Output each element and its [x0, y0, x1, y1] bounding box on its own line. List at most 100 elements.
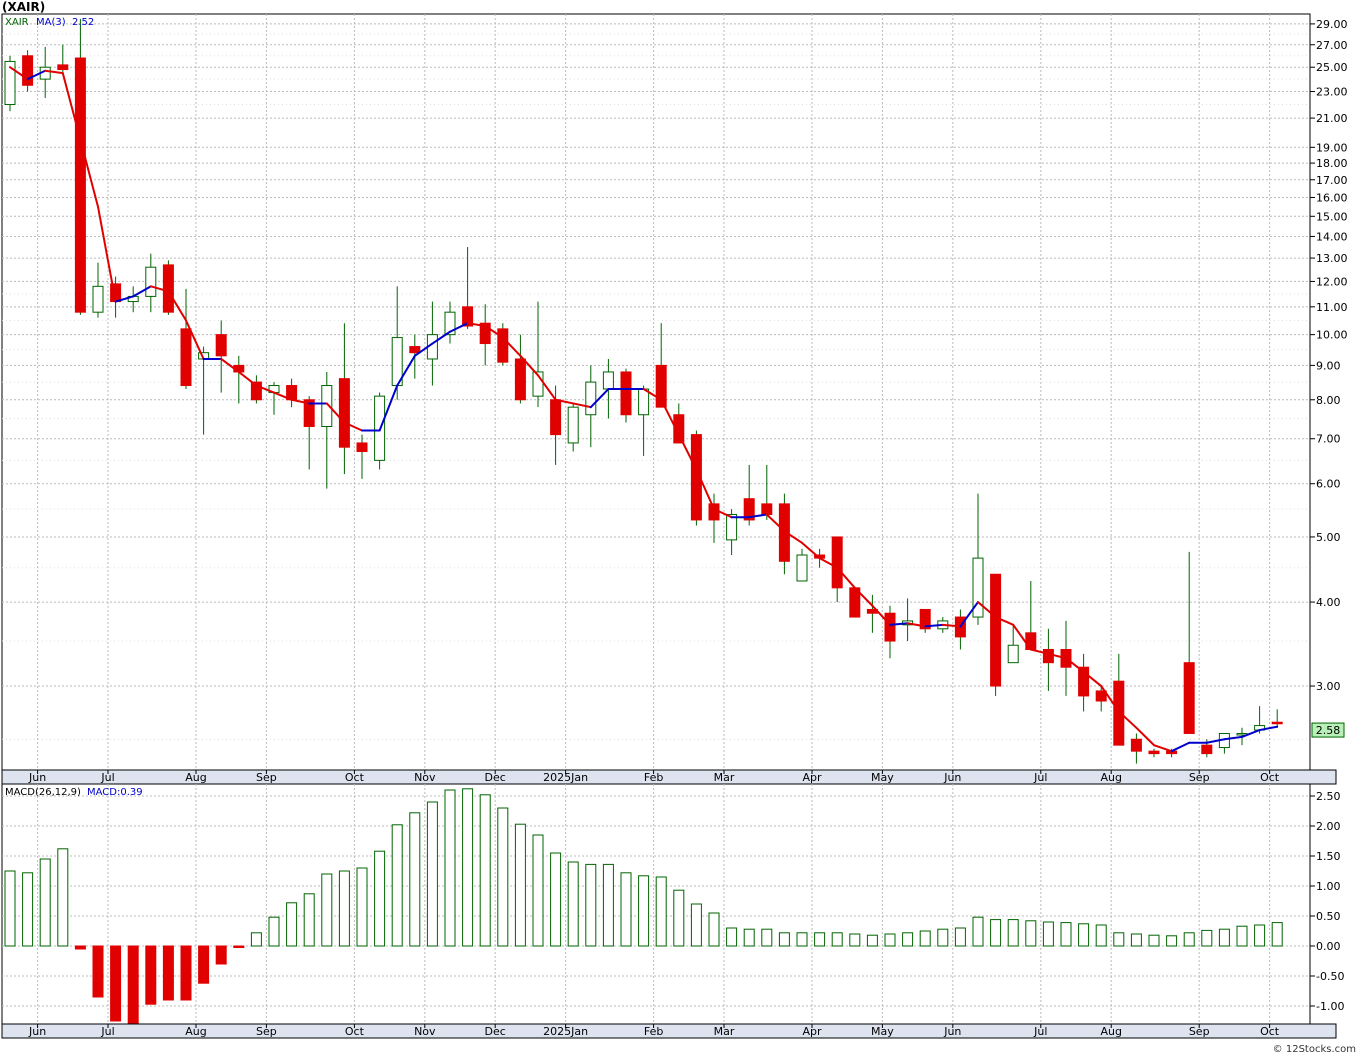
price-x-label: Aug	[1100, 771, 1121, 784]
macd-bar	[180, 945, 192, 1001]
candle-body	[761, 503, 773, 515]
macd-bar	[796, 932, 808, 947]
candle-body	[92, 285, 104, 313]
macd-bar	[1060, 922, 1072, 947]
macd-bar	[338, 870, 350, 947]
macd-y-tick-label: 1.50	[1316, 850, 1341, 863]
price-y-tick-label: 14.00	[1316, 230, 1348, 243]
macd-legend-value: MACD:0.39	[87, 787, 143, 798]
macd-y-tick-label: -1.00	[1316, 1000, 1344, 1013]
price-x-label: Dec	[485, 771, 506, 784]
ma-legend-value: 2.52	[72, 17, 94, 28]
macd-bar	[479, 794, 491, 947]
macd-bar	[286, 902, 298, 947]
macd-bar	[602, 863, 614, 947]
candle-body	[1271, 721, 1283, 725]
price-x-label: Mar	[714, 771, 735, 784]
macd-bar	[1201, 929, 1213, 947]
macd-bar	[866, 934, 878, 947]
price-x-label: Jun	[943, 771, 961, 784]
candle-body	[1130, 738, 1142, 752]
candle-body	[726, 513, 738, 541]
price-y-tick-label: 21.00	[1316, 112, 1348, 125]
price-x-label: May	[871, 771, 894, 784]
price-y-tick-label: 13.00	[1316, 252, 1348, 265]
price-y-axis: 29.00 27.00 25.00 23.00 21.00 19.00 18.00 17.00…	[1310, 18, 1348, 693]
macd-bar	[902, 932, 914, 947]
candle-body	[990, 573, 1002, 687]
candle-body	[1042, 649, 1054, 664]
last-price-marker: 2.58	[1311, 722, 1345, 738]
macd-bar	[426, 801, 438, 947]
candle-body	[180, 328, 192, 387]
candle-body	[22, 55, 34, 86]
macd-bar	[1183, 932, 1195, 947]
price-y-tick-label: 6.00	[1316, 478, 1341, 491]
macd-x-label: Aug	[1100, 1025, 1121, 1038]
candle-body	[602, 371, 614, 390]
price-x-label: Jul	[100, 771, 114, 784]
price-y-tick-label: 25.00	[1316, 61, 1348, 74]
macd-bar	[919, 930, 931, 947]
last-price-label: 2.58	[1316, 724, 1341, 737]
macd-x-label: Sep	[1189, 1025, 1210, 1038]
price-y-tick-label: 7.00	[1316, 433, 1341, 446]
watermark: © 12Stocks.com	[1273, 1044, 1356, 1055]
ma-legend: MA(3)	[36, 17, 66, 28]
macd-bar	[778, 932, 790, 947]
price-y-tick-label: 9.00	[1316, 359, 1341, 372]
macd-bar	[356, 867, 368, 947]
macd-bar	[1113, 932, 1125, 947]
candle-body	[356, 442, 368, 453]
candle-body	[145, 266, 157, 297]
macd-bar	[215, 945, 227, 965]
macd-bar	[268, 916, 280, 947]
macd-bar	[743, 928, 755, 947]
macd-bar	[110, 945, 122, 1022]
macd-y-tick-label: 2.50	[1316, 790, 1341, 803]
macd-x-label: May	[871, 1025, 894, 1038]
price-x-axis: Jun Jul Aug Sep Oct Nov Dec 2025Jan Feb Mar Apr May…	[1, 769, 1337, 785]
candle-body	[409, 346, 421, 354]
price-y-tick-label: 15.00	[1316, 210, 1348, 223]
candle-body	[567, 406, 579, 444]
macd-x-label: Nov	[414, 1025, 436, 1038]
macd-bar	[655, 876, 667, 947]
candle-body	[796, 554, 808, 582]
macd-bar	[972, 916, 984, 947]
macd-bar	[831, 932, 843, 947]
candle-body	[74, 57, 86, 313]
price-x-label: Jul	[1033, 771, 1047, 784]
price-y-tick-label: 11.00	[1316, 301, 1348, 314]
macd-bar	[1095, 924, 1107, 947]
price-x-label: Feb	[644, 771, 663, 784]
macd-legend: MACD(26,12,9)	[5, 787, 81, 798]
candle-body	[1007, 644, 1019, 664]
price-x-label: Sep	[256, 771, 277, 784]
price-y-tick-label: 3.00	[1316, 680, 1341, 693]
macd-x-label: Jul	[1033, 1025, 1047, 1038]
macd-y-tick-label: 0.00	[1316, 940, 1341, 953]
candle-body	[1148, 750, 1160, 755]
price-y-tick-label: 10.00	[1316, 329, 1348, 342]
macd-bar	[1130, 933, 1142, 947]
macd-x-label: Mar	[714, 1025, 735, 1038]
macd-bar	[1007, 919, 1019, 947]
price-x-label: Nov	[414, 771, 436, 784]
price-x-label: Aug	[185, 771, 206, 784]
macd-bar	[39, 858, 51, 947]
macd-bar	[1218, 928, 1230, 947]
macd-panel: 2.50 2.00 1.50 1.00 0.50 0.00 -0.50 -1.00 MACD(…	[1, 783, 1344, 1025]
macd-bar	[233, 945, 245, 948]
candle-body	[884, 612, 896, 642]
macd-bar	[532, 834, 544, 947]
macd-bar	[638, 875, 650, 947]
macd-bar	[1254, 924, 1266, 947]
macd-bar	[4, 870, 16, 947]
candle-body	[338, 378, 350, 448]
macd-bar	[391, 824, 403, 947]
price-y-tick-label: 12.00	[1316, 275, 1348, 288]
macd-x-axis: Jun Jul Aug Sep Oct Nov Dec 2025Jan Feb Mar Apr May…	[1, 1023, 1337, 1039]
chart-title: (XAIR)	[2, 0, 45, 14]
macd-y-tick-label: 0.50	[1316, 910, 1341, 923]
